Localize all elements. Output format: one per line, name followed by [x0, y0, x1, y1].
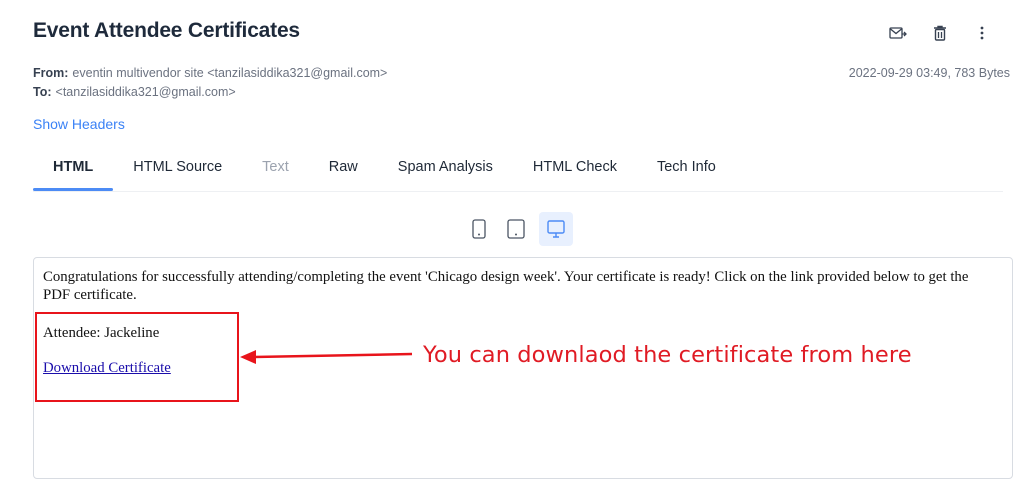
tab-text[interactable]: Text: [242, 145, 309, 188]
show-headers-link[interactable]: Show Headers: [33, 116, 125, 132]
desktop-icon[interactable]: [539, 212, 573, 246]
annotation-arrow: [240, 350, 413, 364]
view-tabs: HTML HTML Source Text Raw Spam Analysis …: [33, 145, 1003, 192]
tab-html[interactable]: HTML: [33, 145, 114, 191]
device-preview-toggle: [465, 212, 573, 246]
trash-icon[interactable]: [919, 22, 961, 44]
tab-html-source[interactable]: HTML Source: [113, 145, 242, 188]
to-line: To: <tanzilasiddika321@gmail.com>: [33, 85, 236, 99]
email-body-text: Congratulations for successfully attendi…: [43, 269, 969, 303]
date-size: 2022-09-29 03:49, 783 Bytes: [848, 66, 1010, 80]
from-label: From:: [33, 66, 69, 80]
tab-raw[interactable]: Raw: [309, 145, 378, 188]
tablet-icon[interactable]: [502, 212, 530, 246]
email-subject: Event Attendee Certificates: [33, 19, 300, 42]
from-line: From: eventin multivendor site <tanzilasi…: [33, 66, 387, 80]
tab-tech-info[interactable]: Tech Info: [637, 145, 736, 188]
tab-html-check[interactable]: HTML Check: [513, 145, 637, 188]
annotation-highlight-box: [35, 312, 239, 402]
phone-icon[interactable]: [465, 212, 493, 246]
to-label: To:: [33, 85, 52, 99]
annotation-text: You can downlaod the certificate from he…: [423, 342, 912, 368]
to-value: <tanzilasiddika321@gmail.com>: [55, 85, 236, 99]
toolbar: [877, 22, 1003, 44]
tab-spam-analysis[interactable]: Spam Analysis: [378, 145, 513, 188]
more-vertical-icon[interactable]: [961, 22, 1003, 44]
from-value: eventin multivendor site <tanzilasiddika…: [72, 66, 388, 80]
forward-mail-icon[interactable]: [877, 22, 919, 44]
